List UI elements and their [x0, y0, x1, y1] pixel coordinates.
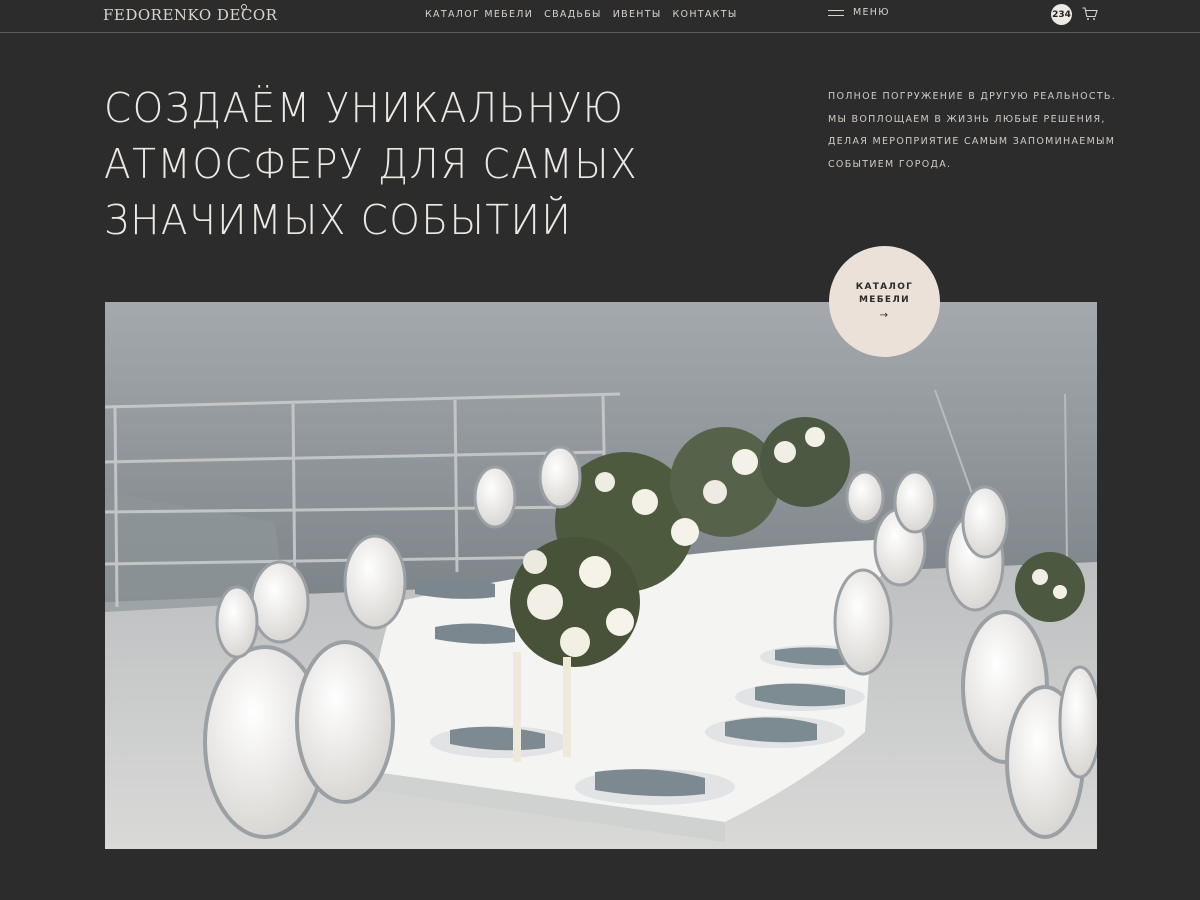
nav-item-weddings[interactable]: СВАДЬБЫ [544, 9, 602, 20]
cart-icon[interactable] [1082, 7, 1098, 21]
hero-lead-line-4: СОБЫТИЕМ ГОРОДА. [828, 158, 952, 170]
hero-lead-line-1: ПОЛНОЕ ПОГРУЖЕНИЕ В ДРУГУЮ РЕАЛЬНОСТЬ. [828, 91, 1117, 102]
hero-lead: ПОЛНОЕ ПОГРУЖЕНИЕ В ДРУГУЮ РЕАЛЬНОСТЬ. М… [828, 86, 1118, 176]
site-header: FEDORENKO DECOR КАТАЛОГ МЕБЕЛИ СВАДЬБЫ И… [0, 0, 1200, 33]
nav-item-events[interactable]: ИВЕНТЫ [613, 9, 662, 20]
menu-button[interactable]: МЕНЮ [828, 7, 890, 18]
hero-photo [105, 302, 1097, 849]
catalog-cta-button[interactable]: КАТАЛОГ МЕБЕЛИ → [829, 246, 940, 357]
hero-headline-line-2: АТМОСФЕРУ ДЛЯ САМЫХ [104, 140, 639, 188]
logo-text: FEDORENKO DECOR [103, 6, 278, 24]
arrow-right-icon: → [879, 310, 890, 321]
banquet-table-illustration [105, 302, 1097, 849]
hero-headline: СОЗДАЁМ УНИКАЛЬНУЮ АТМОСФЕРУ ДЛЯ САМЫХ З… [104, 80, 724, 248]
nav-item-catalog[interactable]: КАТАЛОГ МЕБЕЛИ [425, 9, 533, 20]
hero-lead-line-2: МЫ ВОПЛОЩАЕМ В ЖИЗНЬ ЛЮБЫЕ РЕШЕНИЯ, [828, 113, 1106, 125]
cart-count-badge[interactable]: 234 [1051, 4, 1072, 25]
hero-headline-line-1: СОЗДАЁМ УНИКАЛЬНУЮ [104, 84, 625, 132]
nav-item-contacts[interactable]: КОНТАКТЫ [673, 9, 738, 20]
cta-line-1: КАТАЛОГ [855, 282, 914, 292]
cta-line-2: МЕБЕЛИ [859, 295, 910, 305]
menu-label: МЕНЮ [853, 7, 890, 18]
main-nav: КАТАЛОГ МЕБЕЛИ СВАДЬБЫ ИВЕНТЫ КОНТАКТЫ [425, 9, 738, 20]
hero-lead-line-3: ДЕЛАЯ МЕРОПРИЯТИЕ САМЫМ ЗАПОМИНАЕМЫМ [828, 136, 1116, 147]
logo[interactable]: FEDORENKO DECOR [103, 4, 278, 24]
logo-ring-icon [241, 4, 247, 10]
hero-headline-line-3: ЗНАЧИМЫХ СОБЫТИЙ [104, 196, 573, 244]
hamburger-icon [828, 9, 844, 17]
